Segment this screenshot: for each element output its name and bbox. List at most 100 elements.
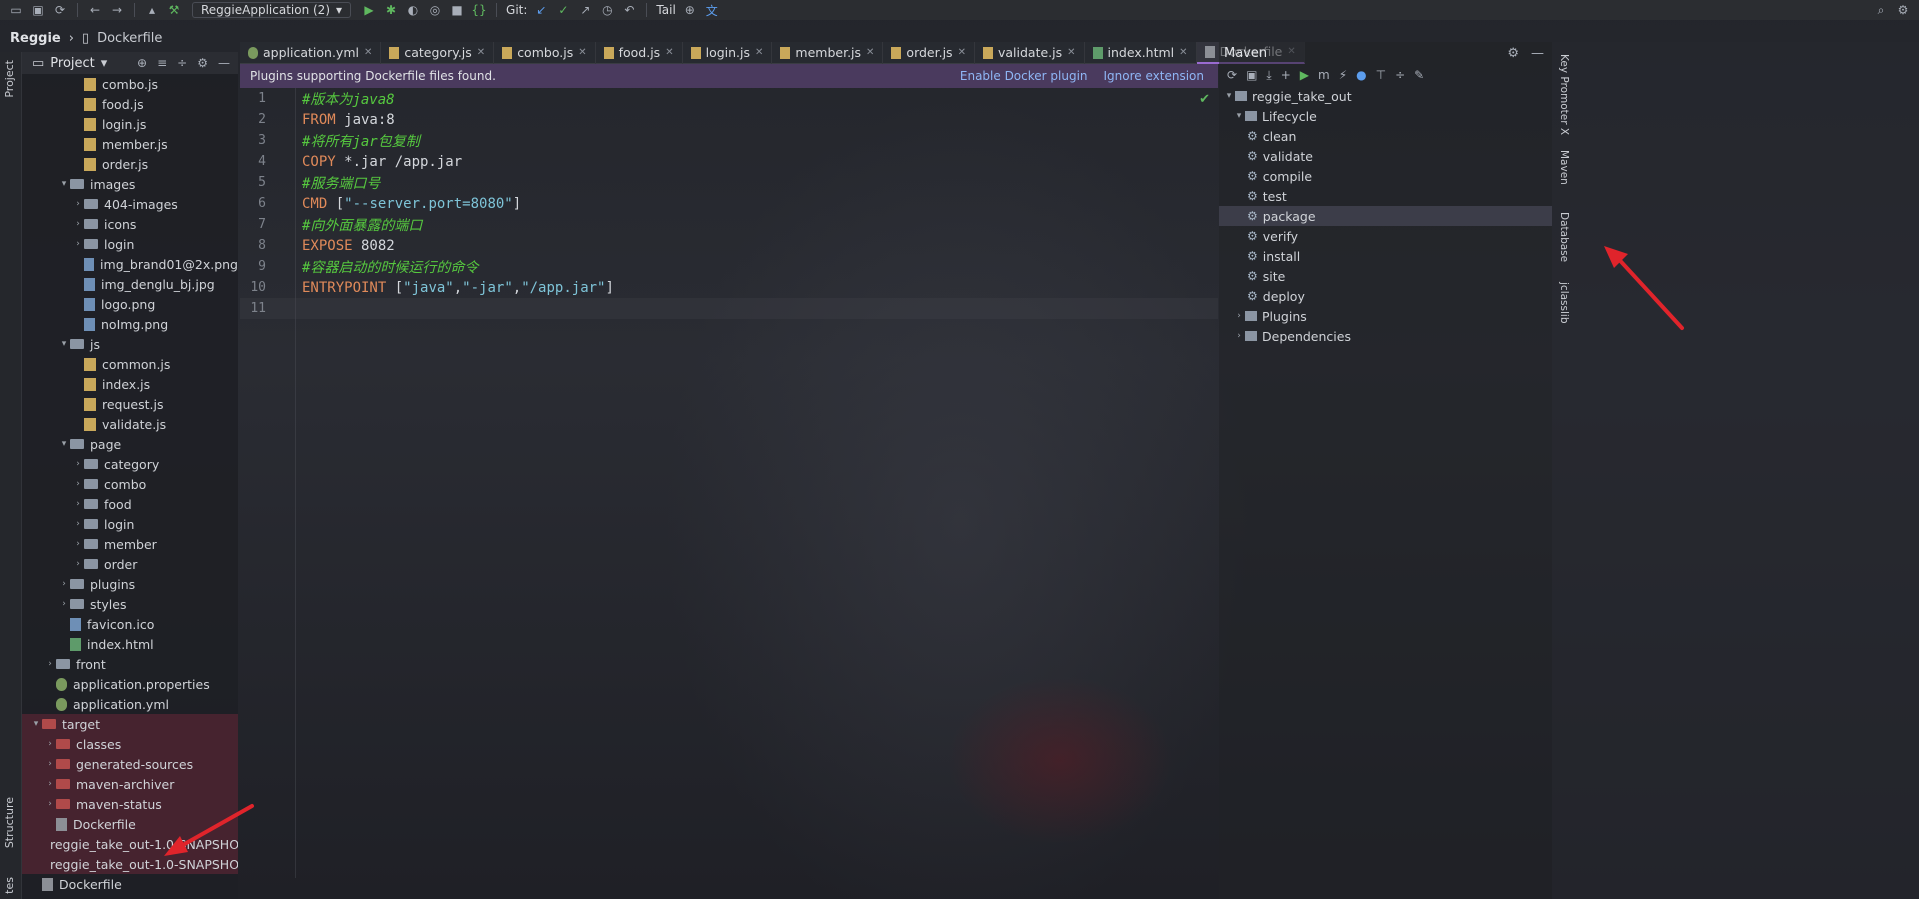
back-icon[interactable]: ← (87, 3, 103, 17)
chevron-down-icon[interactable]: ▾ (58, 179, 70, 189)
tree-item[interactable]: › generated-sources (22, 754, 238, 774)
project-tool-tab[interactable]: Project (3, 60, 16, 98)
tree-item[interactable]: reggie_take_out-1.0-SNAPSHOT.jar.or (22, 854, 238, 874)
code-line[interactable]: 9 #容器启动的时候运行的命令 (240, 256, 1218, 277)
tree-item[interactable]: Dockerfile (22, 874, 238, 894)
search-icon[interactable]: ⌕ (1873, 3, 1889, 18)
chevron-right-icon[interactable]: › (44, 779, 56, 789)
editor-tab[interactable]: login.js ✕ (683, 41, 773, 64)
settings-icon[interactable]: ⚙ (1895, 3, 1911, 17)
expand-all-icon[interactable]: ≡ (157, 56, 167, 70)
run-icon[interactable]: ▶ (1300, 68, 1309, 82)
tree-item[interactable]: logo.png (22, 294, 238, 314)
code-line[interactable]: 1 #版本为java8 (240, 88, 1218, 109)
gear-icon[interactable]: ⚙ (197, 56, 208, 70)
maven-goal[interactable]: ⚙ validate (1219, 146, 1552, 166)
maven-goal[interactable]: ⚙ install (1219, 246, 1552, 266)
editor-tab[interactable]: index.html ✕ (1085, 41, 1197, 64)
tree-item[interactable]: common.js (22, 354, 238, 374)
editor-tab[interactable]: order.js ✕ (883, 41, 975, 64)
minimize-icon[interactable]: — (1531, 46, 1544, 61)
tree-item[interactable]: ▾ target (22, 714, 238, 734)
tail-label[interactable]: Tail (656, 3, 675, 17)
chevron-down-icon[interactable]: ▾ (1223, 91, 1235, 101)
build-hammer-icon[interactable]: ⚒ (166, 3, 182, 17)
maven-goal[interactable]: ⚙ site (1219, 266, 1552, 286)
chevron-right-icon[interactable]: › (44, 759, 56, 769)
collapse-icon[interactable]: ÷ (1395, 68, 1405, 82)
code-line[interactable]: 2 FROM java:8 (240, 109, 1218, 130)
editor-tab[interactable]: member.js ✕ (772, 41, 884, 64)
tree-item[interactable]: favicon.ico (22, 614, 238, 634)
chevron-right-icon[interactable]: › (58, 579, 70, 589)
enable-docker-plugin-link[interactable]: Enable Docker plugin (960, 69, 1088, 83)
reload-icon[interactable]: ⟳ (1227, 68, 1237, 82)
tree-item[interactable]: › food (22, 494, 238, 514)
editor-tab[interactable]: food.js ✕ (596, 41, 683, 64)
tree-item[interactable]: › styles (22, 594, 238, 614)
chevron-right-icon[interactable]: › (72, 559, 84, 569)
tree-item[interactable]: › classes (22, 734, 238, 754)
chevron-right-icon[interactable]: › (72, 219, 84, 229)
wrench-icon[interactable]: ✎ (1414, 68, 1424, 82)
maven-goal[interactable]: ⚙ verify (1219, 226, 1552, 246)
skip-tests-icon[interactable]: ● (1356, 68, 1366, 82)
tree-item[interactable]: › plugins (22, 574, 238, 594)
chevron-right-icon[interactable]: › (44, 659, 56, 669)
chevron-right-icon[interactable]: › (72, 539, 84, 549)
tree-item[interactable]: › member (22, 534, 238, 554)
tree-item[interactable]: ▾ images (22, 174, 238, 194)
profile-icon[interactable]: ◎ (427, 3, 443, 17)
tree-item[interactable]: noImg.png (22, 314, 238, 334)
tree-item[interactable]: ▾ js (22, 334, 238, 354)
tree-item[interactable]: index.html (22, 634, 238, 654)
maven-goal[interactable]: ⚙ compile (1219, 166, 1552, 186)
run-config-select[interactable]: ReggieApplication (2) ▾ (192, 2, 352, 18)
tree-item[interactable]: index.js (22, 374, 238, 394)
maven-goal[interactable]: ⚙ deploy (1219, 286, 1552, 306)
database-tool-tab[interactable]: Database (1558, 212, 1570, 262)
gear-icon[interactable]: ⚙ (1507, 46, 1519, 61)
close-icon[interactable]: ✕ (755, 47, 763, 58)
tree-item[interactable]: login.js (22, 114, 238, 134)
tree-item[interactable]: › login (22, 234, 238, 254)
tree-item[interactable]: img_brand01@2x.png (22, 254, 238, 274)
tree-item[interactable]: › 404-images (22, 194, 238, 214)
tree-item[interactable]: › order (22, 554, 238, 574)
close-icon[interactable]: ✕ (477, 47, 485, 58)
breadcrumb-file[interactable]: Dockerfile (97, 31, 162, 46)
toggle-offline-icon[interactable]: ⚡ (1339, 68, 1347, 82)
add-maven-project-icon[interactable]: ▣ (1246, 68, 1257, 82)
code-line[interactable]: 8 EXPOSE 8082 (240, 235, 1218, 256)
chevron-right-icon[interactable]: › (72, 479, 84, 489)
jclasslib-tool-tab[interactable]: jclasslib (1558, 282, 1570, 323)
close-icon[interactable]: ✕ (578, 47, 586, 58)
editor-tab[interactable]: combo.js ✕ (494, 41, 596, 64)
chevron-right-icon[interactable]: › (58, 599, 70, 609)
maven-lifecycle[interactable]: ▾ Lifecycle (1219, 106, 1552, 126)
download-icon[interactable]: ⤓ (1266, 68, 1271, 83)
tree-item[interactable]: ▾ page (22, 434, 238, 454)
show-dependencies-icon[interactable]: ⊤ (1376, 68, 1386, 82)
execute-goal-icon[interactable]: m (1318, 68, 1330, 82)
maven-goal[interactable]: ⚙ clean (1219, 126, 1552, 146)
debug-icon[interactable]: ✱ (383, 3, 399, 17)
stop-icon[interactable]: ■ (449, 3, 465, 17)
close-icon[interactable]: ✕ (364, 47, 372, 58)
chevron-down-icon[interactable]: ▾ (58, 439, 70, 449)
maven-tool-tab[interactable]: Maven (1558, 150, 1570, 185)
chevron-right-icon[interactable]: › (72, 239, 84, 249)
chevron-right-icon[interactable]: › (72, 499, 84, 509)
tree-item[interactable]: validate.js (22, 414, 238, 434)
chevron-right-icon[interactable]: › (44, 739, 56, 749)
sync-icon[interactable]: ⟳ (52, 3, 68, 17)
editor-tab[interactable]: category.js ✕ (381, 41, 495, 64)
open-folder-icon[interactable]: ▭ (8, 3, 24, 17)
tree-item[interactable]: › front (22, 654, 238, 674)
forward-icon[interactable]: → (109, 3, 125, 17)
code-line[interactable]: 6 CMD ["--server.port=8080"] (240, 193, 1218, 214)
minimize-icon[interactable]: — (218, 56, 230, 70)
tree-item[interactable]: application.yml (22, 694, 238, 714)
close-icon[interactable]: ✕ (1067, 47, 1075, 58)
git-history-icon[interactable]: ◷ (599, 3, 615, 17)
